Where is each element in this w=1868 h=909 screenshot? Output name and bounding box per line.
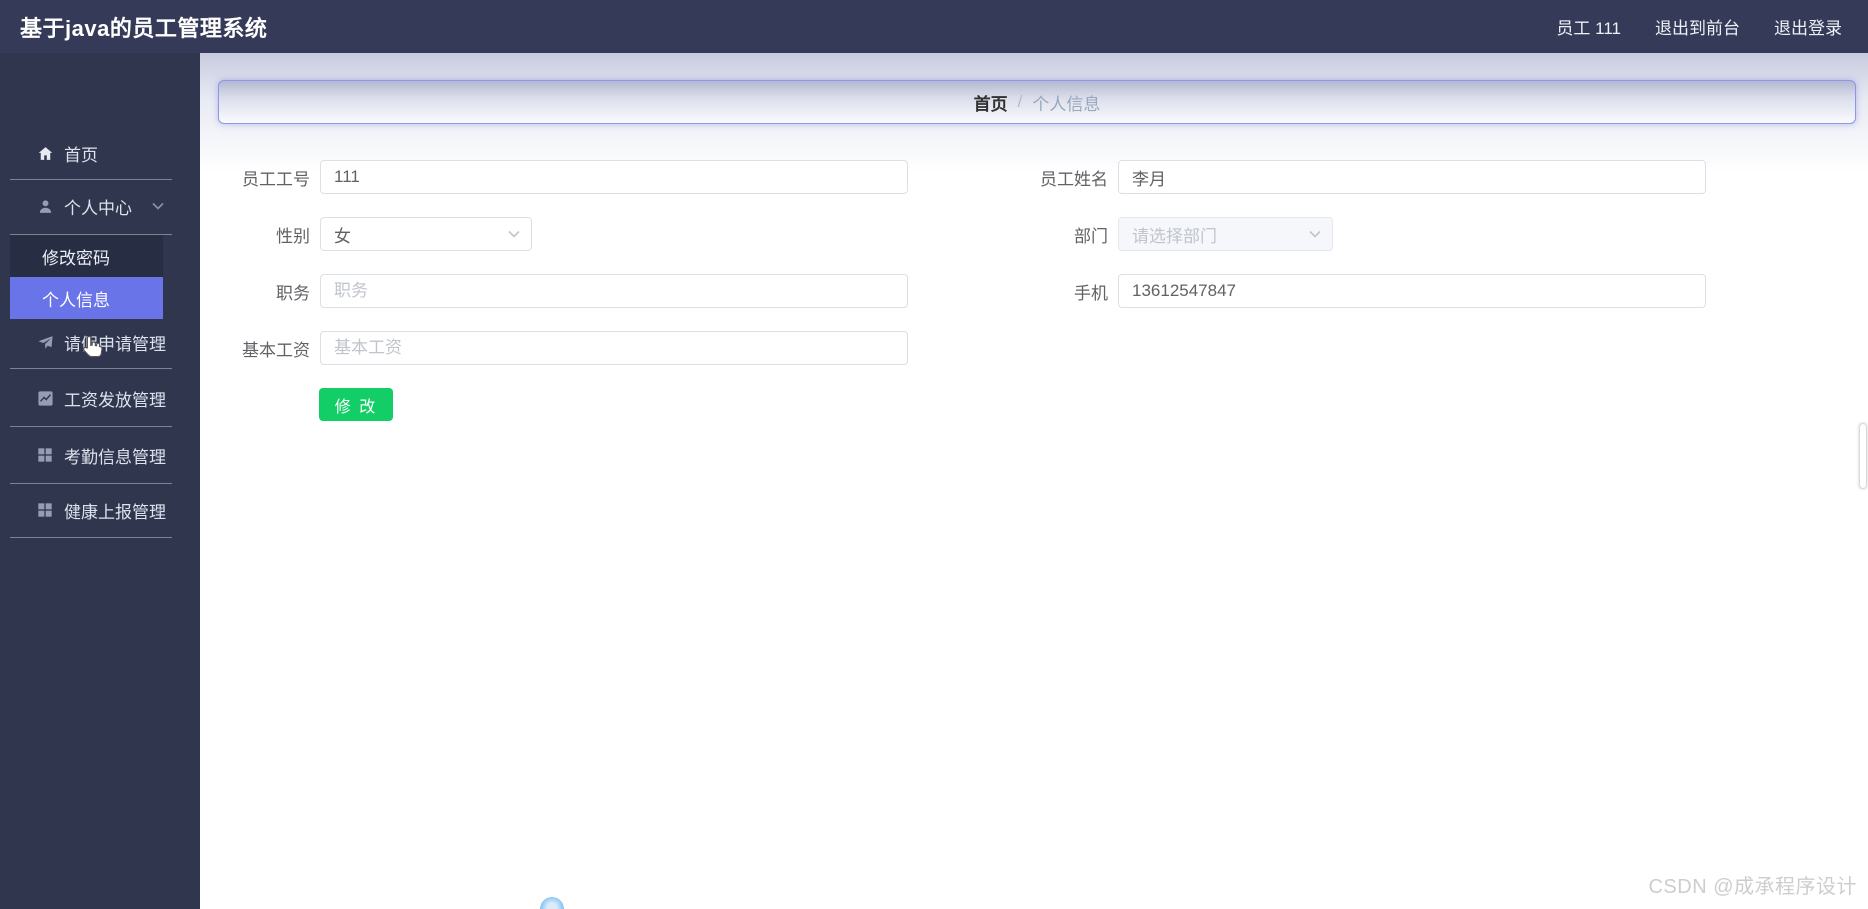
base-salary-label: 基本工资 (242, 340, 310, 360)
sidebar-item-home[interactable]: 首页 (0, 130, 200, 176)
sidebar-item-label: 个人中心 (64, 198, 132, 218)
grid-icon (36, 446, 54, 464)
base-salary-input[interactable] (320, 331, 908, 365)
breadcrumb-home[interactable]: 首页 (974, 90, 1008, 115)
chevron-down-icon (152, 394, 164, 402)
top-header: 基于java的员工管理系统 员工 111 退出到前台 退出登录 (0, 0, 1868, 53)
header-user-label[interactable]: 员工 111 (1556, 14, 1621, 39)
gender-select[interactable]: 女 (320, 217, 532, 251)
gender-select-value: 女 (334, 226, 351, 246)
sidebar-divider (10, 483, 172, 484)
gender-field-group: 性别 女 (200, 217, 1034, 251)
submenu-item-change-password[interactable]: 修改密码 (10, 235, 163, 277)
sidebar-divider (10, 179, 172, 180)
chart-icon (36, 389, 54, 407)
chevron-down-icon (152, 338, 164, 346)
modify-button[interactable]: 修 改 (319, 388, 393, 421)
sidebar-divider (10, 426, 172, 427)
breadcrumb-current: 个人信息 (1032, 94, 1101, 114)
employee-id-field-group: 员工工号 (200, 160, 1034, 194)
employee-id-label: 员工工号 (242, 169, 310, 189)
position-label: 职务 (276, 283, 310, 303)
personal-info-form: 员工工号 员工姓名 性别 女 (200, 160, 1868, 421)
sidebar-item-label: 健康上报管理 (64, 502, 166, 522)
breadcrumb-separator: / (1017, 92, 1023, 111)
chevron-down-icon (152, 506, 164, 514)
sidebar-item-health-report-management[interactable]: 健康上报管理 (0, 486, 200, 534)
department-select-placeholder: 请选择部门 (1132, 226, 1217, 246)
phone-field-group: 手机 (1034, 274, 1868, 308)
sidebar-item-label: 首页 (64, 145, 98, 165)
gender-label: 性别 (276, 226, 310, 246)
chevron-down-icon (1309, 230, 1321, 238)
send-icon (36, 333, 54, 351)
chevron-down-icon (508, 230, 520, 238)
department-field-group: 部门 请选择部门 (1034, 217, 1868, 251)
sidebar-item-label: 请假申请管理 (64, 334, 166, 354)
app-title: 基于java的员工管理系统 (20, 15, 268, 41)
sidebar-item-salary-management[interactable]: 工资发放管理 (0, 373, 200, 423)
form-row: 基本工资 (200, 331, 1868, 365)
scrollbar-thumb[interactable] (1859, 423, 1867, 489)
csdn-watermark: CSDN @成承程序设计 (1648, 876, 1857, 898)
submenu-item-personal-info[interactable]: 个人信息 (10, 277, 163, 319)
phone-label: 手机 (1074, 283, 1108, 303)
sidebar-item-leave-management[interactable]: 请假申请管理 (0, 319, 200, 365)
header-actions: 员工 111 退出到前台 退出登录 (1556, 14, 1842, 39)
employee-name-label: 员工姓名 (1040, 169, 1108, 189)
chevron-down-icon (152, 202, 164, 210)
department-label: 部门 (1074, 226, 1108, 246)
sidebar-divider (10, 368, 172, 369)
department-select[interactable]: 请选择部门 (1118, 217, 1333, 251)
personal-center-submenu: 修改密码 个人信息 (10, 235, 163, 319)
exit-to-front-link[interactable]: 退出到前台 (1655, 14, 1740, 39)
form-row: 员工工号 员工姓名 (200, 160, 1868, 194)
main-content: 首页 / 个人信息 员工工号 员工姓名 性别 女 (200, 53, 1868, 909)
home-icon (36, 144, 54, 162)
base-salary-field-group: 基本工资 (200, 331, 1034, 365)
employee-name-input[interactable] (1118, 160, 1706, 194)
chevron-down-icon (152, 451, 164, 459)
grid-icon (36, 501, 54, 519)
position-field-group: 职务 (200, 274, 1034, 308)
breadcrumb: 首页 / 个人信息 (218, 80, 1856, 124)
sidebar-item-attendance-management[interactable]: 考勤信息管理 (0, 430, 200, 480)
phone-input[interactable] (1118, 274, 1706, 308)
logout-link[interactable]: 退出登录 (1774, 14, 1842, 39)
employee-id-input[interactable] (320, 160, 908, 194)
app-window: 基于java的员工管理系统 员工 111 退出到前台 退出登录 首页 个人中心 (0, 0, 1868, 909)
sidebar-divider (10, 537, 172, 538)
employee-name-field-group: 员工姓名 (1034, 160, 1868, 194)
user-icon (36, 197, 54, 215)
position-input[interactable] (320, 274, 908, 308)
form-row: 职务 手机 (200, 274, 1868, 308)
sidebar-item-personal-center[interactable]: 个人中心 (0, 183, 200, 229)
sidebar-item-label: 考勤信息管理 (64, 447, 166, 467)
form-actions: 修 改 (319, 388, 1868, 421)
sidebar: 首页 个人中心 修改密码 个人信息 请假申请管理 工资发放管理 考勤信息管理 健… (0, 53, 200, 909)
form-row: 性别 女 部门 请选择部门 (200, 217, 1868, 251)
sidebar-item-label: 工资发放管理 (64, 390, 166, 410)
